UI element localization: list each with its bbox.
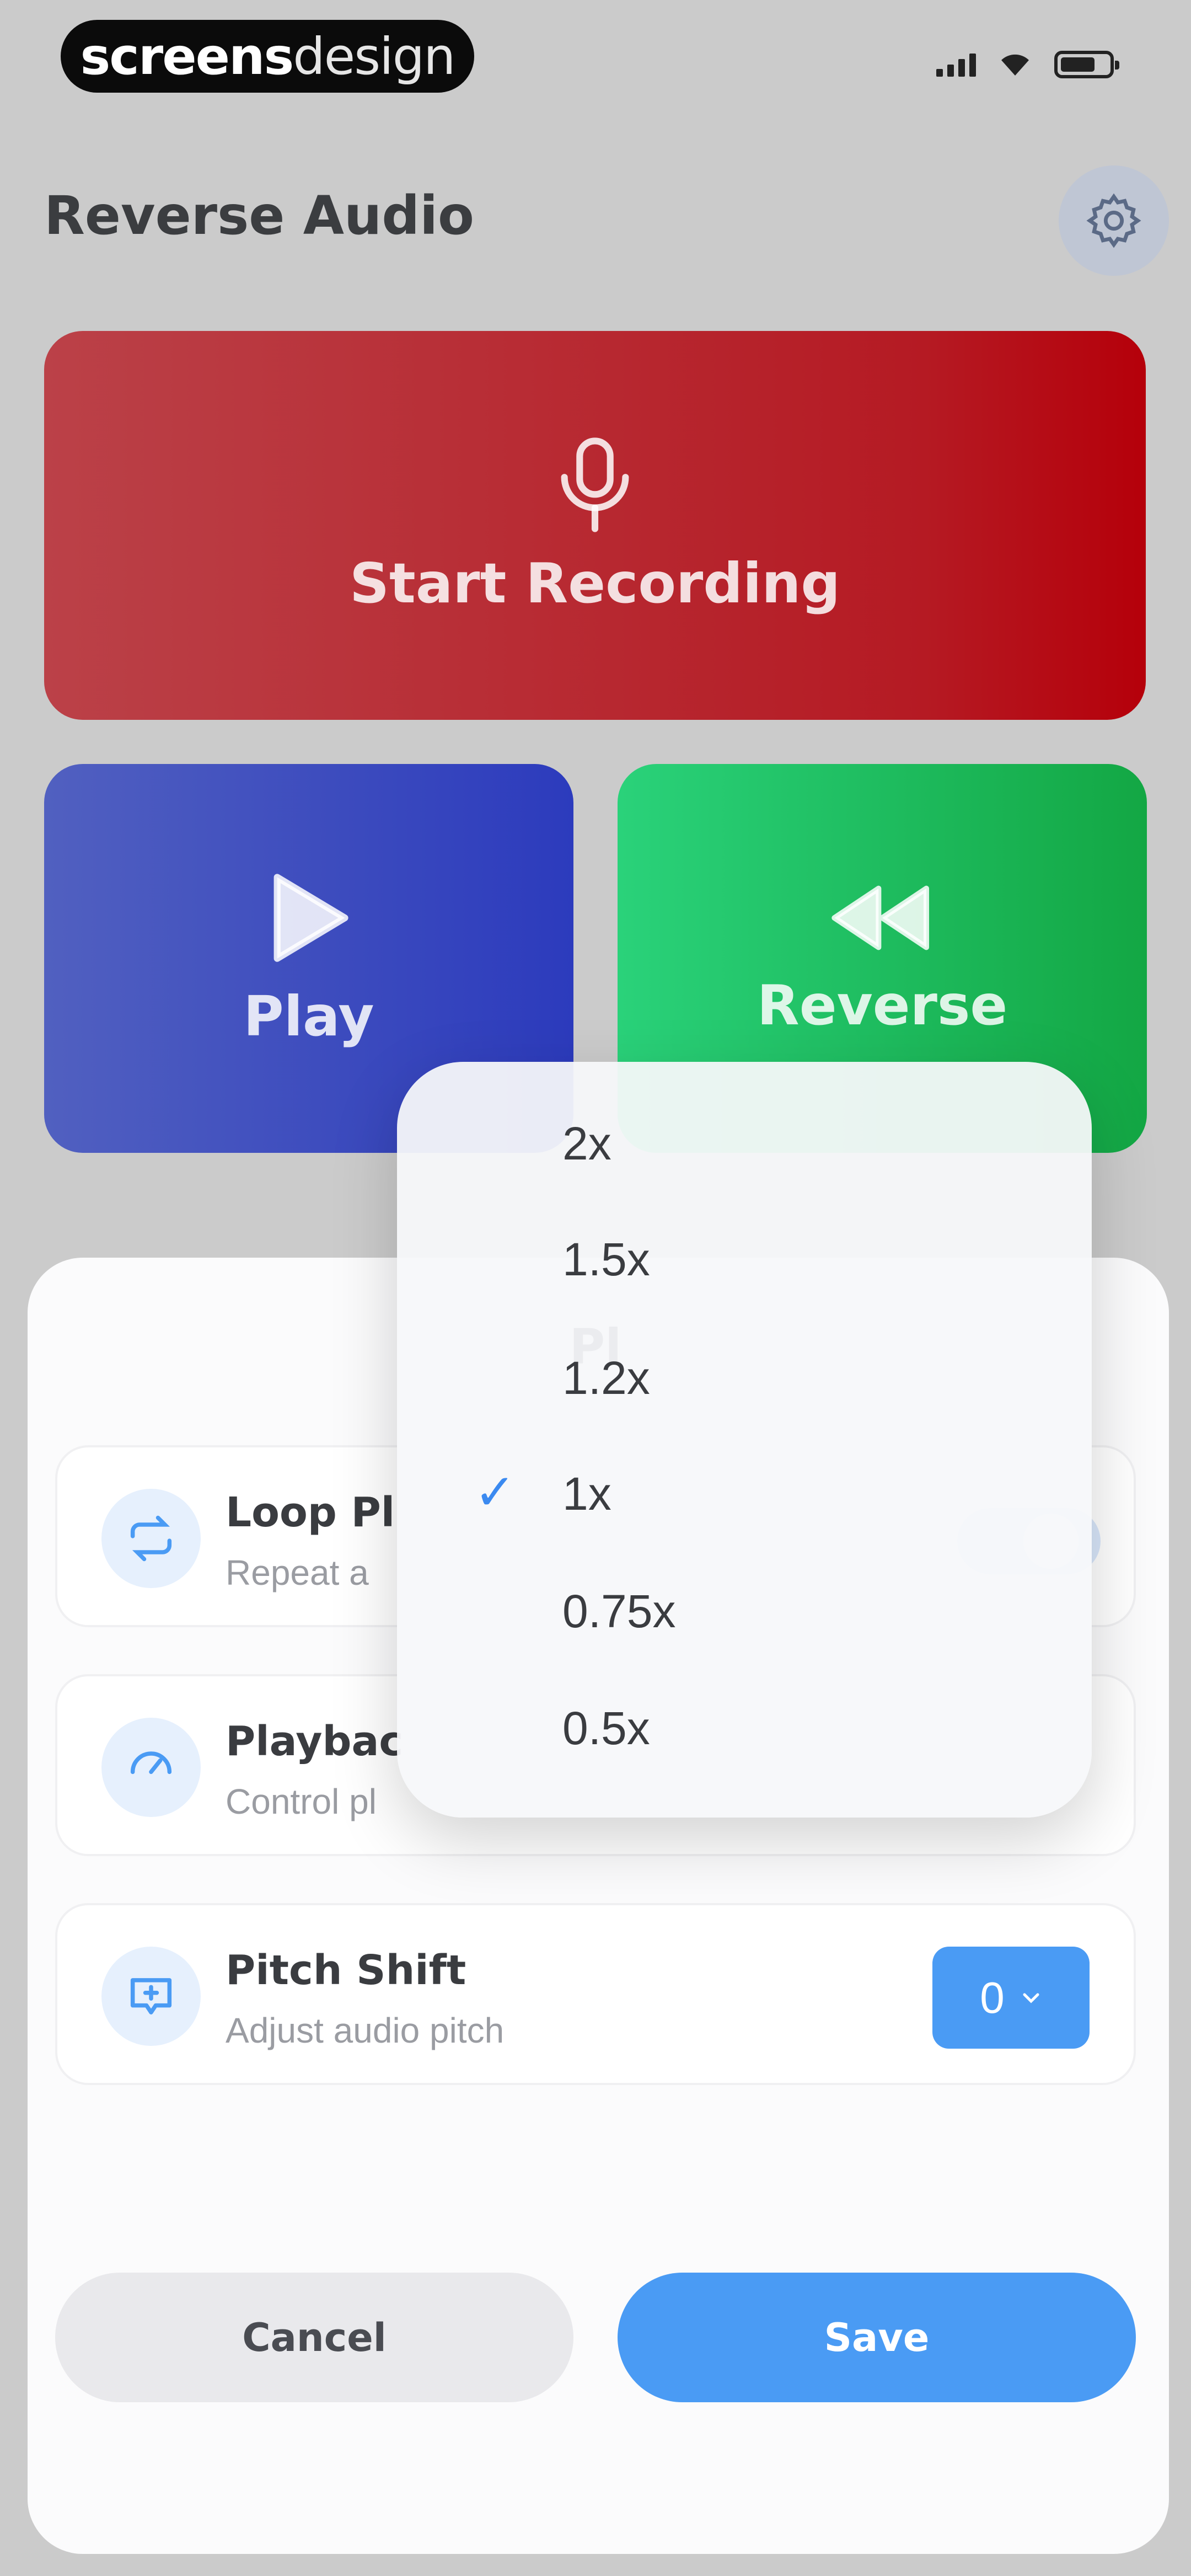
pitch-shift-description: Adjust audio pitch [226, 2011, 505, 2050]
loop-playback-description: Repeat a [226, 1553, 369, 1592]
wifi-icon [1001, 54, 1029, 76]
checkmark-icon: ✓ [474, 1465, 516, 1520]
playback-speed-description: Control pl [226, 1782, 377, 1821]
microphone-icon [561, 437, 629, 532]
reverse-label: Reverse [757, 973, 1008, 1038]
brand-text: screensdesign [80, 26, 456, 86]
speed-option-1-5x[interactable]: 1.5x [562, 1233, 650, 1286]
gear-icon [1086, 193, 1141, 248]
start-recording-label: Start Recording [350, 551, 840, 616]
speed-icon-badge [101, 1718, 201, 1817]
playback-speed-menu: 2x 1.5x 1.2x ✓ 1x 0.75x 0.5x [397, 1062, 1092, 1818]
loop-playback-name: Loop Pl [226, 1489, 395, 1536]
speed-option-1-2x[interactable]: 1.2x [562, 1351, 650, 1405]
pitch-shift-name: Pitch Shift [226, 1947, 466, 1994]
play-label: Play [243, 984, 374, 1049]
cancel-button[interactable]: Cancel [55, 2273, 573, 2402]
start-recording-button[interactable]: Start Recording [44, 331, 1146, 720]
play-icon [273, 874, 348, 962]
rewind-icon [831, 885, 929, 950]
playback-speed-name: Playbac [226, 1718, 404, 1765]
pitch-shift-row: Pitch Shift Adjust audio pitch 0 [55, 1903, 1136, 2085]
pitch-shift-select[interactable]: 0 [932, 1947, 1090, 2049]
settings-button[interactable] [1059, 165, 1169, 276]
page-title: Reverse Audio [44, 185, 474, 247]
status-icons [936, 51, 1119, 78]
save-button[interactable]: Save [618, 2273, 1136, 2402]
speed-icon [130, 1751, 172, 1775]
chevron-down-icon [1023, 1993, 1039, 2003]
speed-option-2x[interactable]: 2x [562, 1117, 611, 1171]
pitch-shift-value: 0 [980, 1973, 1005, 2022]
brand-badge: screensdesign [61, 20, 474, 93]
speed-option-1x[interactable]: 1x [562, 1467, 611, 1521]
loop-icon-badge [101, 1489, 201, 1588]
loop-icon [130, 1515, 172, 1562]
pitch-icon [130, 1978, 172, 2014]
speed-option-0-5x[interactable]: 0.5x [562, 1702, 650, 1755]
speed-option-0-75x[interactable]: 0.75x [562, 1585, 676, 1638]
signal-icon [936, 52, 976, 77]
app-screen: screensdesign Reverse Audio Start Record… [0, 0, 1191, 2576]
pitch-icon-badge [101, 1947, 201, 2046]
battery-icon [1054, 51, 1119, 78]
